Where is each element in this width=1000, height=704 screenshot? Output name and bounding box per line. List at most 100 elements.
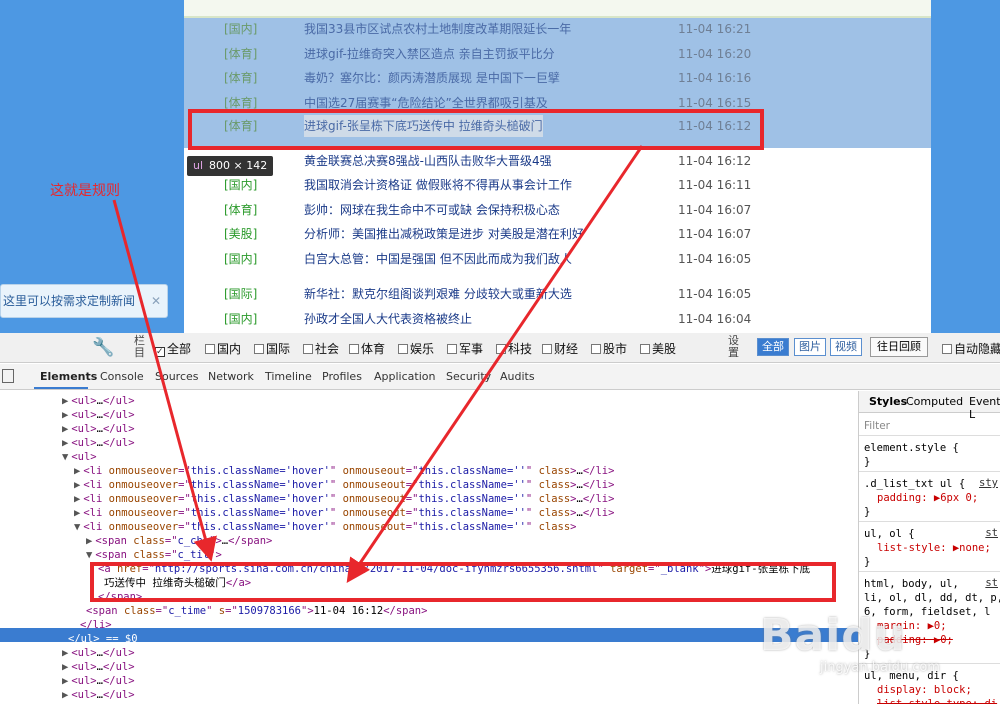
devtools-tab[interactable]: Network (208, 370, 254, 383)
category-checkbox[interactable]: 军事 (447, 340, 483, 357)
news-title-link[interactable]: 黄金联赛总决赛8强战-山西队击败华大晋级4强 (304, 150, 552, 172)
news-title-link[interactable]: 新华社：默克尔组阁谈判艰难 分歧较大或重新大选 (304, 283, 572, 305)
style-source-link[interactable]: st (985, 527, 998, 539)
segment-button[interactable]: 图片 (794, 338, 826, 356)
news-row[interactable]: [国内] 白宫大总管：中国是强国 但不因此而成为我们敌人 11-04 16:05 (184, 248, 931, 270)
dom-token: <li (83, 521, 109, 533)
dom-node-line[interactable]: ▼ <ul> (62, 450, 97, 464)
dom-node-line[interactable]: ▶ <ul>…</ul> (62, 408, 135, 422)
news-row[interactable]: [体育] 进球gif-拉维奇突入禁区造点 亲自主罚扳平比分 11-04 16:20 (184, 43, 931, 65)
auto-hide-checkbox[interactable]: 自动隐藏 (942, 340, 1000, 357)
expand-toggle-icon[interactable]: ▶ (62, 689, 68, 701)
dom-node-line[interactable]: </li> (80, 618, 112, 632)
news-row[interactable]: [国际] 新华社：默克尔组阁谈判艰难 分歧较大或重新大选 11-04 16:05 (184, 283, 931, 305)
news-row[interactable]: [国内] 孙政才全国人大代表资格被终止 11-04 16:04 (184, 308, 931, 330)
expand-toggle-icon[interactable]: ▶ (62, 395, 68, 407)
expand-toggle-icon[interactable]: ▶ (62, 437, 68, 449)
expand-toggle-icon[interactable]: ▶ (62, 423, 68, 435)
dom-node-line[interactable]: ▶ <ul>…</ul> (62, 688, 135, 702)
dom-node-line[interactable]: ▶ <ul>…</ul> (62, 394, 135, 408)
devtools-tab[interactable]: Console (100, 370, 144, 383)
news-row[interactable]: [体育] 彭帅：网球在我生命中不可或缺 会保持积极心态 11-04 16:07 (184, 199, 931, 221)
devtools-tab[interactable]: Security (446, 370, 491, 383)
styles-filter-input[interactable]: Filter (864, 419, 890, 433)
styles-tab[interactable]: Styles (869, 395, 907, 408)
category-checkbox[interactable]: 全部 (155, 340, 191, 357)
dom-token: <li (83, 479, 109, 491)
news-title-link[interactable]: 孙政才全国人大代表资格被终止 (304, 308, 472, 330)
devtools-tab[interactable]: Timeline (265, 370, 312, 383)
dom-node-line[interactable]: ▶ <ul>…</ul> (62, 660, 135, 674)
dom-node-line[interactable]: ▶ <li onmouseover="this.className='hover'… (74, 492, 614, 506)
devtools-tab[interactable]: Audits (500, 370, 535, 383)
dom-node-line[interactable]: ▶ <li onmouseover="this.className='hover'… (74, 478, 614, 492)
style-property[interactable]: padding: ▶6px 0; (877, 491, 978, 505)
news-row[interactable]: [体育] 毒奶？塞尔比：颜丙涛潜质展现 是中国下一巨擘 11-04 16:16 (184, 67, 931, 89)
dom-node-line[interactable]: </ul> == $0 (68, 632, 138, 646)
style-property[interactable]: li, ol, dl, dd, dt, p, (864, 591, 1000, 605)
expand-toggle-icon[interactable]: ▶ (62, 661, 68, 673)
news-row[interactable]: [国内] 我国取消会计资格证 做假账将不得再从事会计工作 11-04 16:11 (184, 174, 931, 196)
expand-toggle-icon[interactable]: ▼ (86, 549, 92, 561)
category-checkbox[interactable]: 体育 (349, 340, 385, 357)
category-checkbox[interactable]: 娱乐 (398, 340, 434, 357)
dom-node-line[interactable]: ▶ <ul>…</ul> (62, 646, 135, 660)
dom-node-line[interactable]: ▼ <span class="c_tit"> (86, 548, 222, 562)
expand-toggle-icon[interactable]: ▶ (62, 675, 68, 687)
expand-toggle-icon[interactable]: ▶ (74, 493, 80, 505)
dom-node-line[interactable]: ▶ <li onmouseover="this.className='hover'… (74, 464, 614, 478)
style-property[interactable]: list-style-type: di (877, 697, 997, 704)
wrench-icon[interactable]: 🔧 (92, 337, 114, 358)
dom-node-line[interactable]: ▶ <span class="c_chl">…</span> (86, 534, 272, 548)
style-property[interactable]: display: block; (877, 683, 972, 697)
category-checkbox[interactable]: 国际 (254, 340, 290, 357)
close-icon[interactable]: ✕ (151, 285, 161, 317)
category-checkbox[interactable]: 股市 (591, 340, 627, 357)
devtools-tab[interactable]: Profiles (322, 370, 362, 383)
styles-tab[interactable]: Event L (969, 395, 1000, 421)
expand-toggle-icon[interactable]: ▶ (62, 409, 68, 421)
expand-toggle-icon[interactable]: ▶ (74, 479, 80, 491)
news-row[interactable]: [美股] 分析师：美国推出减税政策是进步 对美股是潜在利好 11-04 16:07 (184, 223, 931, 245)
device-mode-icon[interactable] (2, 369, 14, 383)
devtools-tab[interactable]: Application (374, 370, 435, 383)
news-title-link[interactable]: 进球gif-拉维奇突入禁区造点 亲自主罚扳平比分 (304, 43, 555, 65)
news-title-link[interactable]: 白宫大总管：中国是强国 但不因此而成为我们敌人 (304, 248, 572, 270)
expand-toggle-icon[interactable]: ▶ (86, 535, 92, 547)
segment-button[interactable]: 视频 (830, 338, 862, 356)
style-source-link[interactable]: st (985, 577, 998, 589)
history-button[interactable]: 往日回顾 (870, 337, 928, 357)
expand-toggle-icon[interactable]: ▶ (74, 465, 80, 477)
devtools-tab[interactable]: Sources (155, 370, 199, 383)
styles-tab[interactable]: Computed (906, 395, 963, 408)
dom-token: c_chl (177, 535, 210, 547)
news-row[interactable]: 黄金联赛总决赛8强战-山西队击败华大晋级4强 11-04 16:12 (184, 150, 931, 172)
dom-node-line[interactable]: <span class="c_time" s="1509783166">11-0… (86, 604, 427, 618)
expand-toggle-icon[interactable]: ▶ (74, 507, 80, 519)
news-title-link[interactable]: 分析师：美国推出减税政策是进步 对美股是潜在利好 (304, 223, 584, 245)
news-time: 11-04 16:04 (678, 312, 752, 326)
category-checkbox[interactable]: 美股 (640, 340, 676, 357)
news-row[interactable]: [国内] 我国33县市区试点农村土地制度改革期限延长一年 11-04 16:21 (184, 18, 931, 40)
customize-news-tip[interactable]: 这里可以按需求定制新闻 ✕ (0, 284, 168, 318)
category-checkbox[interactable]: 财经 (542, 340, 578, 357)
devtools-tab[interactable]: Elements (40, 370, 97, 383)
dom-node-line[interactable]: ▶ <ul>…</ul> (62, 436, 135, 450)
style-property[interactable]: list-style: ▶none; (877, 541, 991, 555)
news-title-link[interactable]: 毒奶？塞尔比：颜丙涛潜质展现 是中国下一巨擘 (304, 67, 560, 89)
dom-node-line[interactable]: ▶ <ul>…</ul> (62, 674, 135, 688)
expand-toggle-icon[interactable]: ▶ (62, 647, 68, 659)
category-checkbox[interactable]: 科技 (496, 340, 532, 357)
dom-node-line[interactable]: ▶ <ul>…</ul> (62, 422, 135, 436)
news-title-link[interactable]: 我国33县市区试点农村土地制度改革期限延长一年 (304, 18, 571, 40)
category-checkbox[interactable]: 社会 (303, 340, 339, 357)
expand-toggle-icon[interactable]: ▼ (74, 521, 80, 533)
category-checkbox[interactable]: 国内 (205, 340, 241, 357)
news-title-link[interactable]: 我国取消会计资格证 做假账将不得再从事会计工作 (304, 174, 572, 196)
dom-node-line[interactable]: ▶ <li onmouseover="this.className='hover'… (74, 506, 614, 520)
style-source-link[interactable]: sty (979, 477, 998, 489)
expand-toggle-icon[interactable]: ▼ (62, 451, 68, 463)
news-title-link[interactable]: 彭帅：网球在我生命中不可或缺 会保持积极心态 (304, 199, 560, 221)
dom-node-line[interactable]: ▼ <li onmouseover="this.className='hover'… (74, 520, 577, 534)
segment-button[interactable]: 全部 (757, 338, 789, 356)
